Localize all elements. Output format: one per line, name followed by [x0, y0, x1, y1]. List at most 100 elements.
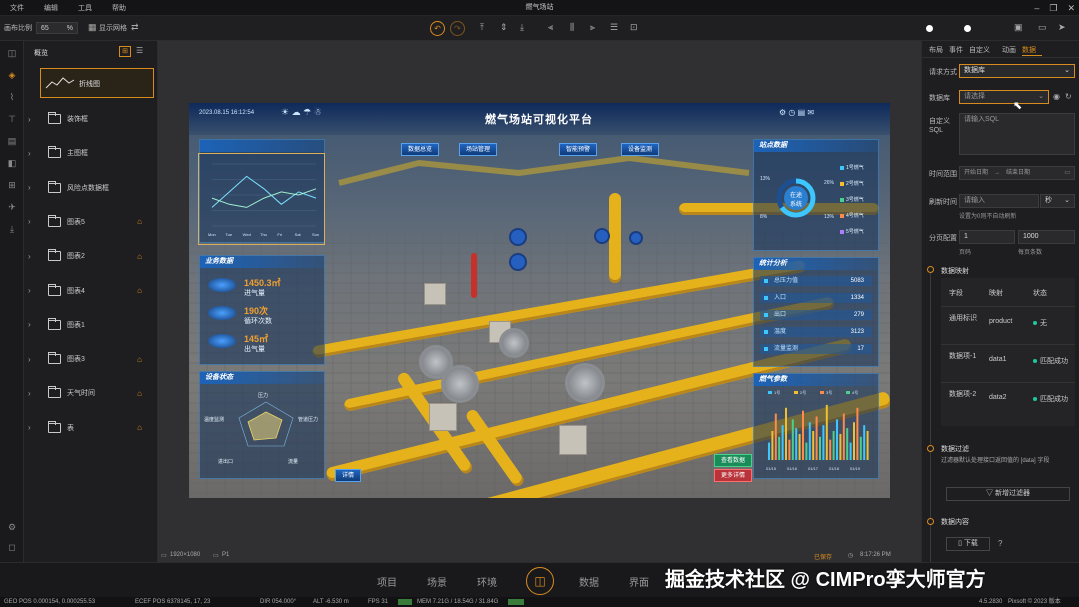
lock-icon[interactable]: ⌂: [137, 389, 142, 398]
download-button[interactable]: ▯ 下载: [946, 537, 990, 551]
text-icon[interactable]: ⊤: [6, 113, 18, 125]
chevron-right-icon[interactable]: ›: [28, 423, 40, 432]
canvas-scale-input[interactable]: 65%: [36, 22, 78, 34]
lock-icon[interactable]: ⌂: [137, 252, 142, 261]
layer-item[interactable]: › 图表2 ⌂: [24, 244, 158, 268]
mapping-cell[interactable]: data2: [989, 394, 1007, 401]
dashboard-nav-button[interactable]: 智能预警: [559, 143, 598, 156]
date-range-picker[interactable]: 开始日期 → 结束日期 ▭: [959, 166, 1075, 180]
mapping-cell[interactable]: data1: [989, 356, 1007, 363]
settings-icon[interactable]: ⚙: [6, 521, 18, 533]
media-icon[interactable]: ◧: [6, 157, 18, 169]
plane-icon[interactable]: ✈: [6, 201, 18, 213]
redo-icon[interactable]: ↷: [450, 21, 465, 36]
line-chart-panel[interactable]: Mon Tue Wed Thu Fri Sat Sun: [199, 139, 325, 243]
save-icon[interactable]: ▣: [1014, 22, 1023, 33]
refresh-icon[interactable]: ↻: [1065, 92, 1072, 101]
refresh-input[interactable]: 请输入: [959, 194, 1039, 208]
align-right-icon[interactable]: ⫸: [590, 22, 595, 33]
close-icon[interactable]: ✕: [1067, 3, 1075, 14]
bar: [778, 436, 781, 460]
layer-item[interactable]: › 表 ⌂: [24, 416, 158, 440]
tab-data[interactable]: 数据: [1022, 45, 1036, 55]
chevron-right-icon[interactable]: ›: [28, 217, 40, 226]
lock-icon[interactable]: ⌂: [137, 355, 142, 364]
nav-data[interactable]: 数据: [579, 574, 599, 589]
tab-events[interactable]: 事件: [949, 45, 963, 55]
collapse-icon[interactable]: ◻: [6, 541, 18, 553]
align-center-icon[interactable]: ⫼: [570, 22, 574, 33]
layer-item[interactable]: › 天气时间 ⌂: [24, 381, 158, 405]
eye-icon[interactable]: ◉: [1053, 92, 1060, 101]
map-center-icon[interactable]: ◫: [526, 567, 554, 595]
gas-more-button[interactable]: 更多详情: [714, 469, 753, 482]
menu-edit[interactable]: 编辑: [34, 3, 68, 13]
lock-icon[interactable]: ⊡: [630, 22, 638, 33]
nav-project[interactable]: 项目: [377, 574, 397, 589]
component-icon[interactable]: ◫: [6, 47, 18, 59]
chevron-right-icon[interactable]: ›: [28, 389, 40, 398]
help-icon[interactable]: ?: [998, 539, 1002, 548]
layer-item[interactable]: › 主图框: [24, 141, 158, 165]
tab-animation[interactable]: 动画: [1002, 45, 1016, 55]
nav-environment[interactable]: 环境: [477, 574, 497, 589]
sql-textarea[interactable]: 请输入SQL: [959, 113, 1075, 155]
layer-item[interactable]: › 图表3 ⌂: [24, 347, 158, 371]
layer-item[interactable]: › 装饰框: [24, 107, 158, 131]
dashboard-nav-button[interactable]: 场站管理: [459, 143, 498, 156]
menu-help[interactable]: 帮助: [102, 3, 136, 13]
layer-item[interactable]: › 图表4 ⌂: [24, 279, 158, 303]
request-select[interactable]: 数据库 ⌄: [959, 64, 1075, 78]
chevron-right-icon[interactable]: ›: [28, 286, 40, 295]
grid-icon[interactable]: ▦: [88, 22, 97, 33]
lock-icon[interactable]: ⌂: [137, 217, 142, 226]
chevron-right-icon[interactable]: ›: [28, 355, 40, 364]
chart-icon[interactable]: ⌇: [6, 91, 18, 103]
lock-icon[interactable]: ⌂: [137, 286, 142, 295]
layer-item-selected[interactable]: 折线图: [40, 68, 154, 98]
screen-icon[interactable]: ▭: [1038, 22, 1047, 33]
layer-item[interactable]: › 图表1: [24, 313, 158, 337]
gas-view-button[interactable]: 查看数据: [714, 454, 753, 467]
send-icon[interactable]: ➤: [1058, 22, 1066, 33]
align-bottom-icon[interactable]: ⤓: [520, 22, 524, 33]
chevron-right-icon[interactable]: ›: [28, 252, 40, 261]
tab-custom[interactable]: 自定义: [969, 45, 990, 55]
device-detail-button[interactable]: 详情: [335, 469, 362, 482]
add-filter-button[interactable]: ▽ 新增过滤器: [946, 487, 1070, 501]
nav-ui[interactable]: 界面: [629, 574, 649, 589]
dashboard-nav-button[interactable]: 数据总览: [401, 143, 440, 156]
mapping-cell[interactable]: product: [989, 318, 1012, 325]
page-size-input[interactable]: 1000: [1018, 230, 1075, 244]
align-middle-icon[interactable]: ⇕: [500, 22, 508, 33]
grid-view-icon[interactable]: ⊞: [119, 46, 131, 57]
align-top-icon[interactable]: ⤒: [480, 22, 484, 33]
chevron-right-icon[interactable]: ›: [28, 183, 40, 192]
lock-icon[interactable]: ⌂: [137, 423, 142, 432]
table-icon[interactable]: ▤: [6, 135, 18, 147]
dashboard-nav-button[interactable]: 设备监测: [621, 143, 660, 156]
image-icon[interactable]: ⊞: [6, 179, 18, 191]
chevron-right-icon[interactable]: ›: [28, 149, 40, 158]
layer-item[interactable]: › 风险点数据框: [24, 176, 158, 200]
db-select[interactable]: 请选择 ⌄: [959, 90, 1049, 104]
layer-item[interactable]: › 图表5 ⌂: [24, 210, 158, 234]
download-icon[interactable]: ⤓: [6, 223, 18, 235]
list-view-icon[interactable]: ☰: [136, 46, 143, 55]
undo-icon[interactable]: ↶: [430, 21, 445, 36]
page-number-input[interactable]: 1: [959, 230, 1015, 244]
refresh-unit-select[interactable]: 秒 ⌄: [1040, 194, 1075, 208]
tab-layout[interactable]: 布局: [929, 45, 943, 55]
minimize-icon[interactable]: –: [1034, 3, 1039, 13]
chevron-right-icon[interactable]: ›: [28, 115, 40, 124]
chevron-right-icon[interactable]: ›: [28, 320, 40, 329]
align-left-icon[interactable]: ⫷: [548, 22, 553, 33]
maximize-icon[interactable]: ❐: [1049, 3, 1057, 14]
nav-scene[interactable]: 场景: [427, 574, 447, 589]
menu-tools[interactable]: 工具: [68, 3, 102, 13]
layers-icon[interactable]: ◈: [6, 69, 18, 81]
distribute-icon[interactable]: ☰: [610, 22, 618, 33]
dashboard-preview[interactable]: 2023.08.15 16:12:54 ☀ ☁ ☂ ☃ 燃气场站可视化平台 ⚙ …: [189, 103, 890, 498]
swap-icon[interactable]: ⇄: [131, 22, 139, 33]
menu-file[interactable]: 文件: [0, 3, 34, 13]
